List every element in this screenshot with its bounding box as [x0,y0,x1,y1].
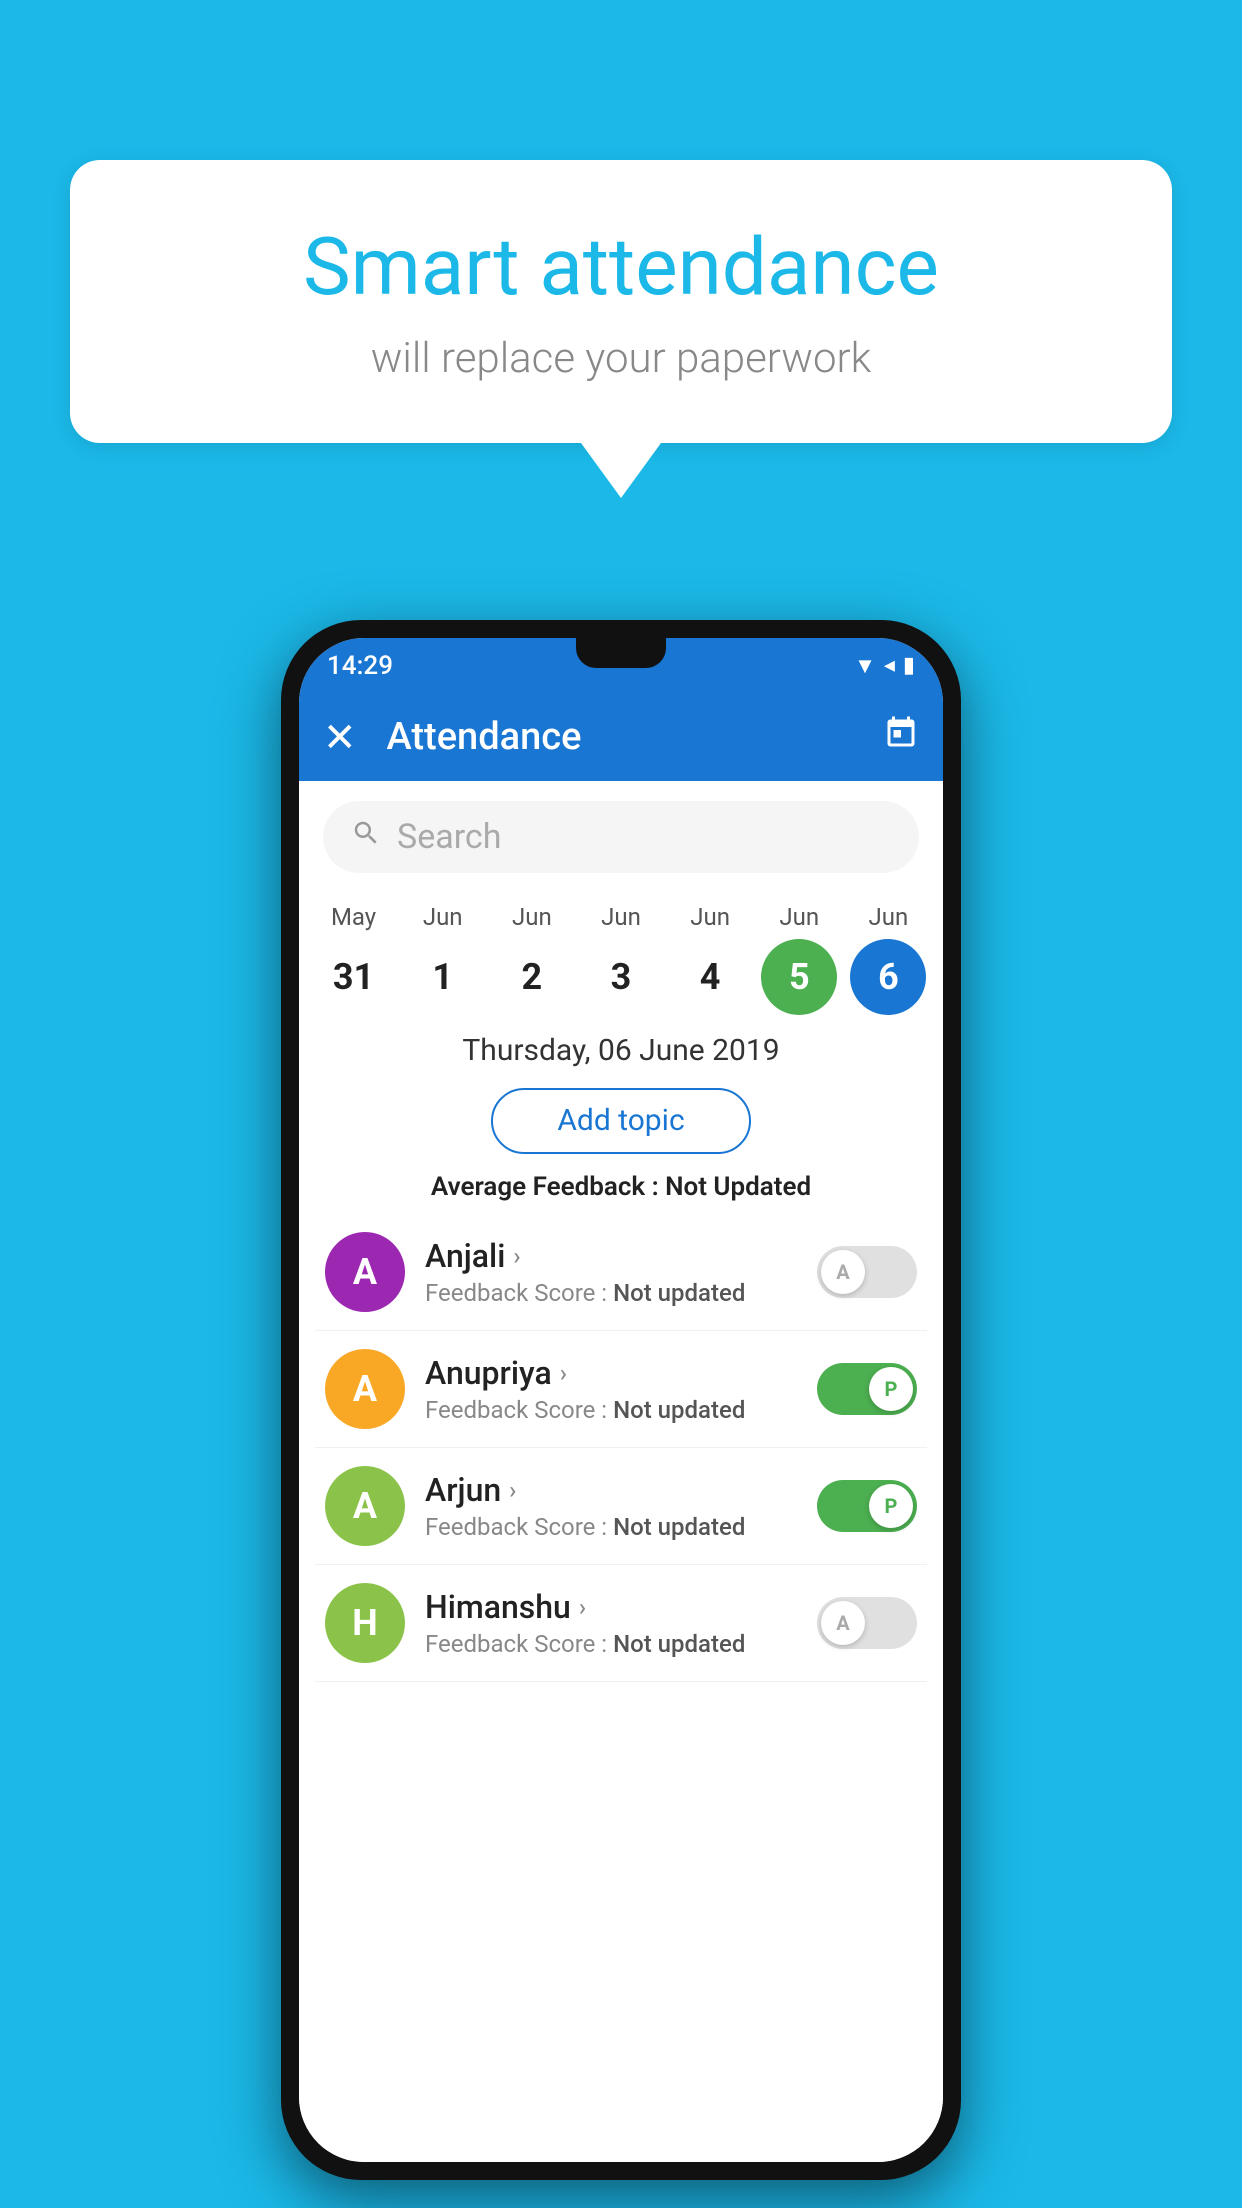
avg-feedback-value: Not Updated [665,1172,811,1202]
calendar-day-1[interactable]: Jun 1 [403,903,483,1015]
cal-date-0: 31 [316,939,392,1015]
toggle-anupriya[interactable]: P [817,1363,917,1415]
calendar-row: May 31 Jun 1 Jun 2 Jun 3 [299,893,943,1015]
student-info-anupriya: Anupriya › Feedback Score : Not updated [405,1354,817,1424]
student-item-arjun[interactable]: A Arjun › Feedback Score : Not updated [315,1448,927,1565]
cal-month-4: Jun [690,903,730,931]
toggle-knob-anjali: A [821,1250,865,1294]
search-placeholder: Search [397,817,501,857]
feedback-value-himanshu: Not updated [613,1630,745,1658]
avatar-himanshu: H [325,1583,405,1663]
feedback-value-arjun: Not updated [613,1513,745,1541]
toggle-anjali[interactable]: A [817,1246,917,1298]
battery-icon: ▮ [903,653,915,678]
cal-date-6: 6 [850,939,926,1015]
cal-date-5: 5 [761,939,837,1015]
cal-month-1: Jun [423,903,463,931]
speech-bubble-section: Smart attendance will replace your paper… [70,160,1172,498]
avg-feedback-label: Average Feedback : [431,1172,659,1202]
status-time: 14:29 [327,651,393,681]
toggle-himanshu[interactable]: A [817,1597,917,1649]
student-info-himanshu: Himanshu › Feedback Score : Not updated [405,1588,817,1658]
avg-feedback: Average Feedback : Not Updated [299,1164,943,1214]
app-bar: ✕ Attendance [299,693,943,781]
toggle-knob-anupriya: P [869,1367,913,1411]
student-item-anjali[interactable]: A Anjali › Feedback Score : Not updated [315,1214,927,1331]
search-icon [351,818,381,856]
calendar-day-0[interactable]: May 31 [314,903,394,1015]
phone-frame: 14:29 ▼ ◂ ▮ ✕ Attendance [281,620,961,2180]
cal-month-6: Jun [869,903,909,931]
avatar-anjali: A [325,1232,405,1312]
calendar-day-2[interactable]: Jun 2 [492,903,572,1015]
search-bar[interactable]: Search [323,801,919,873]
chevron-icon-anjali: › [513,1242,520,1270]
feedback-value-anupriya: Not updated [613,1396,745,1424]
cal-date-2: 2 [494,939,570,1015]
student-name-himanshu: Himanshu › [425,1588,817,1626]
feedback-value-anjali: Not updated [613,1279,745,1307]
student-name-text-himanshu: Himanshu [425,1588,571,1626]
toggle-knob-himanshu: A [821,1601,865,1645]
student-name-text-anupriya: Anupriya [425,1354,552,1392]
toggle-arjun[interactable]: P [817,1480,917,1532]
cal-month-2: Jun [512,903,552,931]
close-button[interactable]: ✕ [323,714,357,761]
selected-date: Thursday, 06 June 2019 [299,1015,943,1078]
cal-month-5: Jun [779,903,819,931]
student-list: A Anjali › Feedback Score : Not updated [299,1214,943,1682]
cal-date-4: 4 [672,939,748,1015]
student-item-anupriya[interactable]: A Anupriya › Feedback Score : Not update… [315,1331,927,1448]
speech-bubble: Smart attendance will replace your paper… [70,160,1172,443]
student-info-arjun: Arjun › Feedback Score : Not updated [405,1471,817,1541]
signal-icon: ◂ [884,653,895,678]
chevron-icon-himanshu: › [579,1593,586,1621]
student-name-text-arjun: Arjun [425,1471,501,1509]
cal-month-0: May [331,903,376,931]
avatar-anupriya: A [325,1349,405,1429]
student-name-anjali: Anjali › [425,1237,817,1275]
student-name-arjun: Arjun › [425,1471,817,1509]
cal-month-3: Jun [601,903,641,931]
content-area: Search May 31 Jun 1 Jun 2 [299,781,943,2162]
calendar-day-3[interactable]: Jun 3 [581,903,661,1015]
student-feedback-anjali: Feedback Score : Not updated [425,1279,817,1307]
student-name-anupriya: Anupriya › [425,1354,817,1392]
cal-date-3: 3 [583,939,659,1015]
bubble-subtitle: will replace your paperwork [150,334,1092,383]
calendar-day-4[interactable]: Jun 4 [670,903,750,1015]
speech-bubble-tail [581,443,661,498]
student-feedback-himanshu: Feedback Score : Not updated [425,1630,817,1658]
student-feedback-anupriya: Feedback Score : Not updated [425,1396,817,1424]
student-feedback-arjun: Feedback Score : Not updated [425,1513,817,1541]
phone-inner: 14:29 ▼ ◂ ▮ ✕ Attendance [287,626,955,2174]
phone-notch [576,638,666,668]
phone-screen: 14:29 ▼ ◂ ▮ ✕ Attendance [299,638,943,2162]
add-topic-button[interactable]: Add topic [491,1088,751,1154]
chevron-icon-anupriya: › [560,1359,567,1387]
chevron-icon-arjun: › [509,1476,516,1504]
avatar-arjun: A [325,1466,405,1546]
student-name-text-anjali: Anjali [425,1237,505,1275]
toggle-knob-arjun: P [869,1484,913,1528]
cal-date-1: 1 [405,939,481,1015]
status-icons: ▼ ◂ ▮ [854,653,915,679]
bubble-title: Smart attendance [150,220,1092,314]
calendar-day-6[interactable]: Jun 6 [848,903,928,1015]
calendar-day-5[interactable]: Jun 5 [759,903,839,1015]
student-info-anjali: Anjali › Feedback Score : Not updated [405,1237,817,1307]
app-bar-title: Attendance [387,715,883,759]
wifi-icon: ▼ [854,653,876,679]
calendar-button[interactable] [883,715,919,760]
student-item-himanshu[interactable]: H Himanshu › Feedback Score : Not update… [315,1565,927,1682]
